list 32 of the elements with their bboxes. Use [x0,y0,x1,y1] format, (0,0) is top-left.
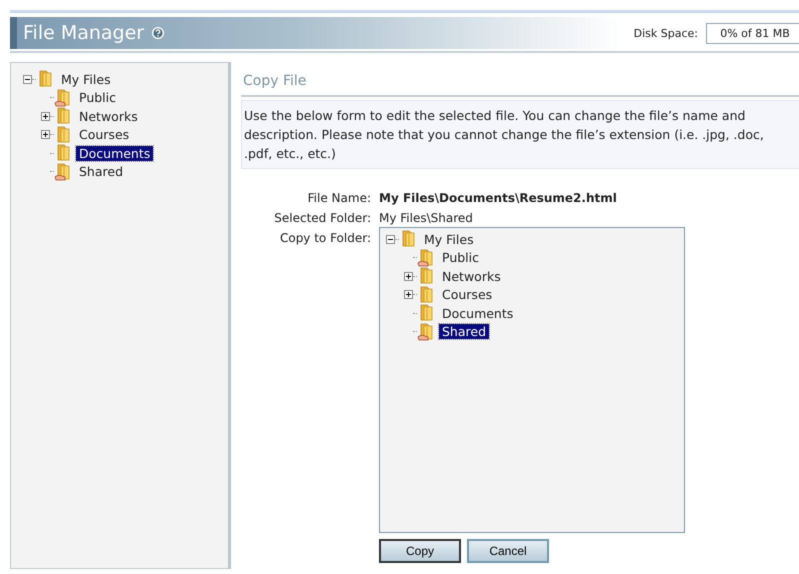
folder-tree-box[interactable]: My Files Public Networks Courses Documents Shared [379,227,685,533]
folder-item[interactable]: Public [439,250,482,266]
field-label: Selected Folder: [273,211,371,225]
disk-space-label: Disk Space: [634,26,698,40]
collapse-icon[interactable] [386,234,395,244]
form-button[interactable]: Cancel [467,539,549,563]
expand-icon[interactable] [41,130,50,140]
expand-icon[interactable] [404,272,413,281]
field-label: Copy to Folder: [278,231,371,245]
field-label: File Name: [306,191,371,205]
folder-item[interactable]: My Files [58,72,114,87]
folder-item[interactable]: Shared [76,164,126,180]
expand-icon[interactable] [41,112,50,121]
page-title: File Manager [23,22,144,44]
folder-item[interactable]: Shared [439,324,490,340]
disk-space-value: 0% of 81 MB [706,22,799,44]
folder-item[interactable]: Networks [76,108,141,124]
field-value: My Files\Documents\Resume2.html [379,191,618,205]
folder-item[interactable]: Networks [439,268,504,284]
collapse-icon[interactable] [23,74,32,84]
section-title: Copy File [241,70,799,97]
form-button[interactable]: Copy [379,539,461,563]
folder-item[interactable]: Documents [439,306,516,321]
folder-item[interactable]: Public [76,90,119,106]
expand-icon[interactable] [404,290,413,300]
folder-item[interactable]: My Files [421,232,477,247]
folder-item[interactable]: Courses [439,287,496,302]
field-value: My Files\Shared [379,211,474,225]
folder-item[interactable]: Documents [76,146,154,161]
description-text: Use the below form to edit the selected file. You can change the file’s name and description. Please note that you cannot change the file’s extension (i.e. .jpg, .doc, .pdf, etc., etc.) [241,100,799,169]
help-icon[interactable] [152,27,164,39]
folder-item[interactable]: Courses [76,127,132,142]
